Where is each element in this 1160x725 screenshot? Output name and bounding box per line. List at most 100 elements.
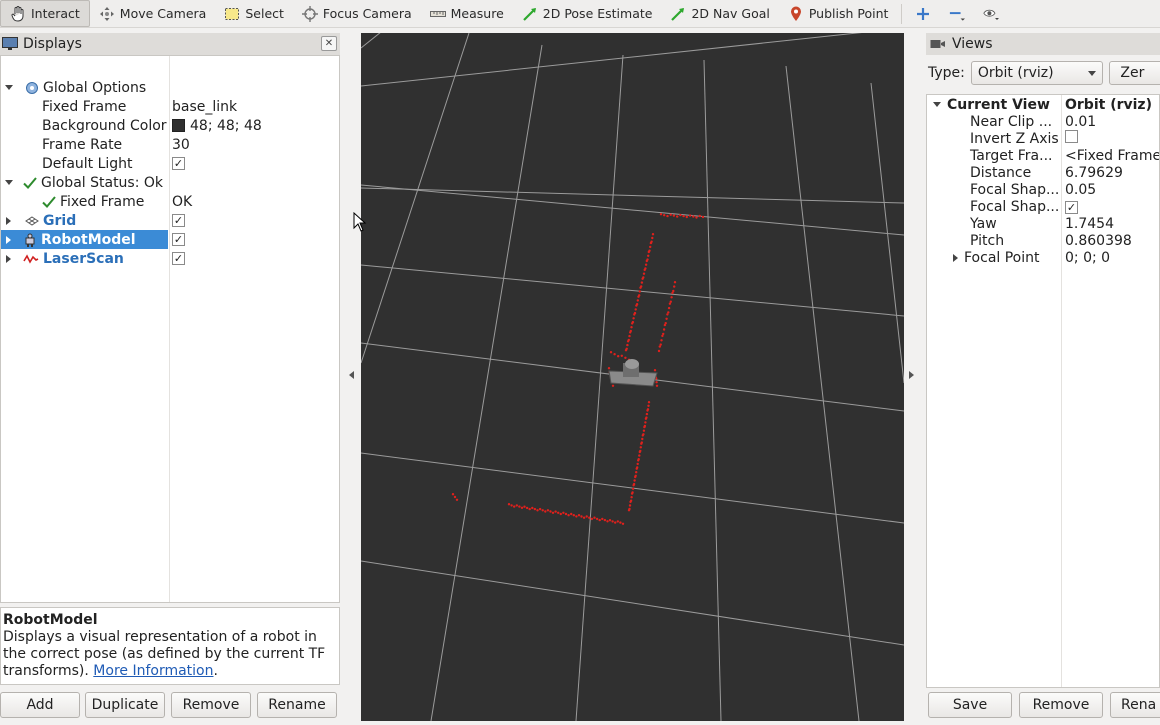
tree-row-grid[interactable]: Grid ✓ [1,211,339,230]
view-property-row[interactable]: Pitch 0.860398 [927,232,1159,249]
tree-row-fixed-frame[interactable]: Fixed Frame base_link [1,97,339,116]
laser-point [649,245,652,249]
laser-point [582,516,586,519]
remove-view-button[interactable]: Remove [1019,692,1103,718]
tree-row-global-status[interactable]: Global Status: Ok [1,173,339,192]
laser-scan-name: LaserScan [6,249,124,268]
publish-point-tool[interactable]: Publish Point [779,0,898,28]
view-property-row[interactable]: Yaw 1.7454 [927,215,1159,232]
pose-estimate-tool[interactable]: 2D Pose Estimate [513,0,662,28]
status-fixed-frame-label: Fixed Frame [60,193,145,210]
select-tool[interactable]: Select [215,0,293,28]
nav-goal-tool[interactable]: 2D Nav Goal [661,0,778,28]
view-property-value[interactable]: 1.7454 [1065,216,1114,232]
camera-icon [930,38,946,50]
laser-point [632,317,635,320]
grid-checkbox[interactable]: ✓ [172,214,185,227]
measure-tool[interactable]: Measure [421,0,513,28]
add-tool-button[interactable] [906,0,940,28]
duplicate-button[interactable]: Duplicate [85,692,165,718]
view-property-value[interactable]: 6.79629 [1065,165,1123,181]
more-information-link[interactable]: More Information [93,663,213,679]
zero-button[interactable]: Zer [1109,61,1160,85]
view-property-value[interactable]: <Fixed Frame> [1065,148,1159,164]
expand-arrow-icon[interactable] [5,180,13,185]
tree-row-default-light[interactable]: Default Light ✓ [1,154,339,173]
view-property-row[interactable]: Distance 6.79629 [927,164,1159,181]
background-color-value[interactable]: 48; 48; 48 [172,116,262,135]
laser-point [570,512,573,516]
focus-camera-tool[interactable]: Focus Camera [293,0,421,28]
view-property-checkbox[interactable]: ✓ [1065,199,1078,215]
default-light-checkbox[interactable]: ✓ [172,157,185,170]
tree-row-robot-model[interactable]: RobotModel ✓ [1,230,339,249]
rename-view-button[interactable]: Rena [1110,692,1160,718]
collapse-left-icon[interactable] [349,371,354,379]
laser-point [551,511,555,514]
checkbox[interactable] [1065,130,1078,143]
rename-button[interactable]: Rename [257,692,337,718]
view-property-checkbox[interactable] [1065,130,1078,147]
view-property-row[interactable]: Target Fra... <Fixed Frame> [927,147,1159,164]
view-property-row[interactable]: Focal Shap... ✓ [927,198,1159,215]
expand-arrow-icon[interactable] [933,102,941,107]
mouse-cursor-icon [353,212,367,232]
fixed-frame-value[interactable]: base_link [172,97,237,116]
tree-row-background-color[interactable]: Background Color 48; 48; 48 [1,116,339,135]
close-icon[interactable]: ✕ [321,36,337,51]
view-property-value[interactable]: 0.05 [1065,182,1096,198]
interact-tool[interactable]: Interact [0,0,90,27]
robot-model-checkbox[interactable]: ✓ [172,233,185,246]
expand-arrow-icon[interactable] [6,235,11,244]
view-property-row[interactable]: Focal Shap... 0.05 [927,181,1159,198]
background-color-text: 48; 48; 48 [190,117,262,134]
plus-icon [915,6,931,22]
laser-point [649,241,653,245]
view-property-row[interactable]: Near Clip ... 0.01 [927,113,1159,130]
view-property-value[interactable]: 0.860398 [1065,233,1132,249]
move-camera-tool[interactable]: Move Camera [90,0,216,28]
laser-point [630,496,633,499]
view-type-dropdown[interactable]: Orbit (rviz) [970,61,1104,85]
laser-point [559,512,562,516]
frame-rate-value[interactable]: 30 [172,135,190,154]
current-view-row[interactable]: Current View Orbit (rviz) [927,96,1159,113]
laser-point [544,510,547,513]
view-property-row[interactable]: Focal Point 0; 0; 0 [927,249,1159,266]
right-splitter[interactable] [904,33,926,721]
laser-scan-checkbox[interactable]: ✓ [172,252,185,265]
laser-point [613,353,616,356]
tree-row-global-options[interactable]: Global Options [1,78,339,97]
collapse-right-icon[interactable] [909,371,914,379]
laser-point [616,520,619,523]
minus-icon [949,6,966,22]
laser-point [638,450,641,454]
laser-point [590,517,594,521]
view-property-value[interactable]: 0; 0; 0 [1065,250,1110,266]
tree-row-status-fixed-frame[interactable]: Fixed Frame OK [1,192,339,211]
laser-point [585,515,588,518]
expand-arrow-icon[interactable] [6,216,11,225]
laser-point [595,517,599,521]
tree-row-frame-rate[interactable]: Frame Rate 30 [1,135,339,154]
view-property-label: Focal Shap... [970,198,1060,215]
save-view-button[interactable]: Save [928,692,1012,718]
laser-point [607,367,611,370]
tree-row-laser-scan[interactable]: LaserScan ✓ [1,249,339,268]
robot-model-name: RobotModel [1,230,168,249]
remove-button[interactable]: Remove [171,692,251,718]
remove-tool-button[interactable] [940,0,974,28]
view-property-row[interactable]: Invert Z Axis [927,130,1159,147]
laser-point [692,215,695,218]
render-viewport[interactable] [361,33,904,721]
expand-arrow-icon[interactable] [953,253,958,262]
expand-arrow-icon[interactable] [6,254,11,263]
displays-panel: Displays ✕ Global Options Fixed Frame ba… [0,33,340,603]
laser-point [549,510,552,513]
expand-arrow-icon[interactable] [5,85,13,90]
laser-point [541,509,544,512]
view-property-value[interactable]: 0.01 [1065,114,1096,130]
panels-visibility-button[interactable] [974,0,1008,28]
checkbox[interactable]: ✓ [1065,200,1078,214]
add-button[interactable]: Add [0,692,80,718]
